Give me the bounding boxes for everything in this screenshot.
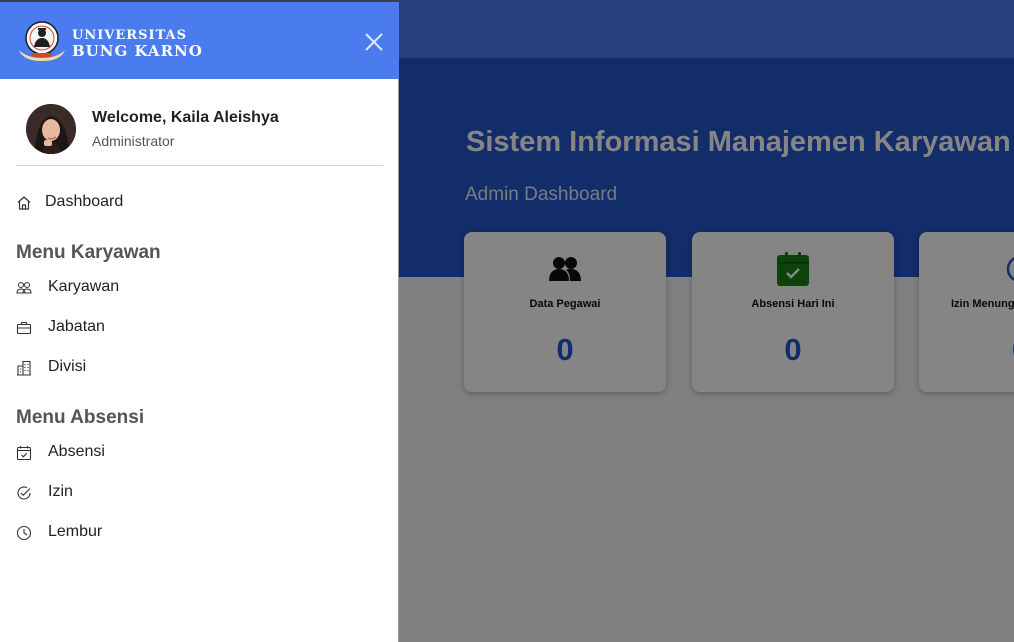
sidebar-item-izin[interactable]: Izin — [0, 477, 399, 509]
user-role: Administrator — [92, 133, 175, 149]
clock-icon — [16, 525, 32, 541]
sidebar-header: UNIVERSITAS BUNG KARNO — [0, 0, 399, 79]
welcome-text: Welcome, Kaila Aleishya — [92, 109, 279, 126]
sidebar-item-label: Lembur — [48, 523, 103, 540]
briefcase-icon — [16, 320, 32, 336]
sidebar-item-dashboard[interactable]: Dashboard — [0, 187, 399, 219]
user-profile: Welcome, Kaila Aleishya Administrator — [16, 100, 383, 166]
people-icon — [16, 280, 32, 296]
university-logo-icon — [17, 20, 67, 62]
close-icon[interactable] — [363, 31, 385, 53]
sidebar-item-karyawan[interactable]: Karyawan — [0, 272, 399, 304]
sidebar-item-label: Absensi — [48, 443, 105, 460]
sidebar-item-jabatan[interactable]: Jabatan — [0, 312, 399, 344]
sidebar-item-label: Izin — [48, 483, 73, 500]
sidebar-item-divisi[interactable]: Divisi — [0, 352, 399, 384]
calendar-check-icon — [16, 445, 32, 461]
sidebar: UNIVERSITAS BUNG KARNO Welcome, Kaila Al… — [0, 0, 399, 642]
sidebar-item-label: Divisi — [48, 358, 87, 375]
sidebar-item-label: Jabatan — [48, 318, 105, 335]
logo-text-line2: BUNG KARNO — [72, 42, 203, 60]
sidebar-item-lembur[interactable]: Lembur — [0, 517, 399, 549]
section-title-menu-karyawan: Menu Karyawan — [16, 242, 161, 263]
logo-text-line1: UNIVERSITAS — [72, 28, 188, 43]
avatar[interactable] — [26, 104, 76, 154]
building-icon — [16, 360, 32, 376]
check-circle-icon — [16, 485, 32, 501]
sidebar-item-label: Dashboard — [45, 193, 124, 210]
section-title-menu-absensi: Menu Absensi — [16, 407, 145, 428]
sidebar-item-label: Karyawan — [48, 278, 120, 295]
sidebar-item-absensi[interactable]: Absensi — [0, 437, 399, 469]
home-icon — [16, 195, 32, 211]
